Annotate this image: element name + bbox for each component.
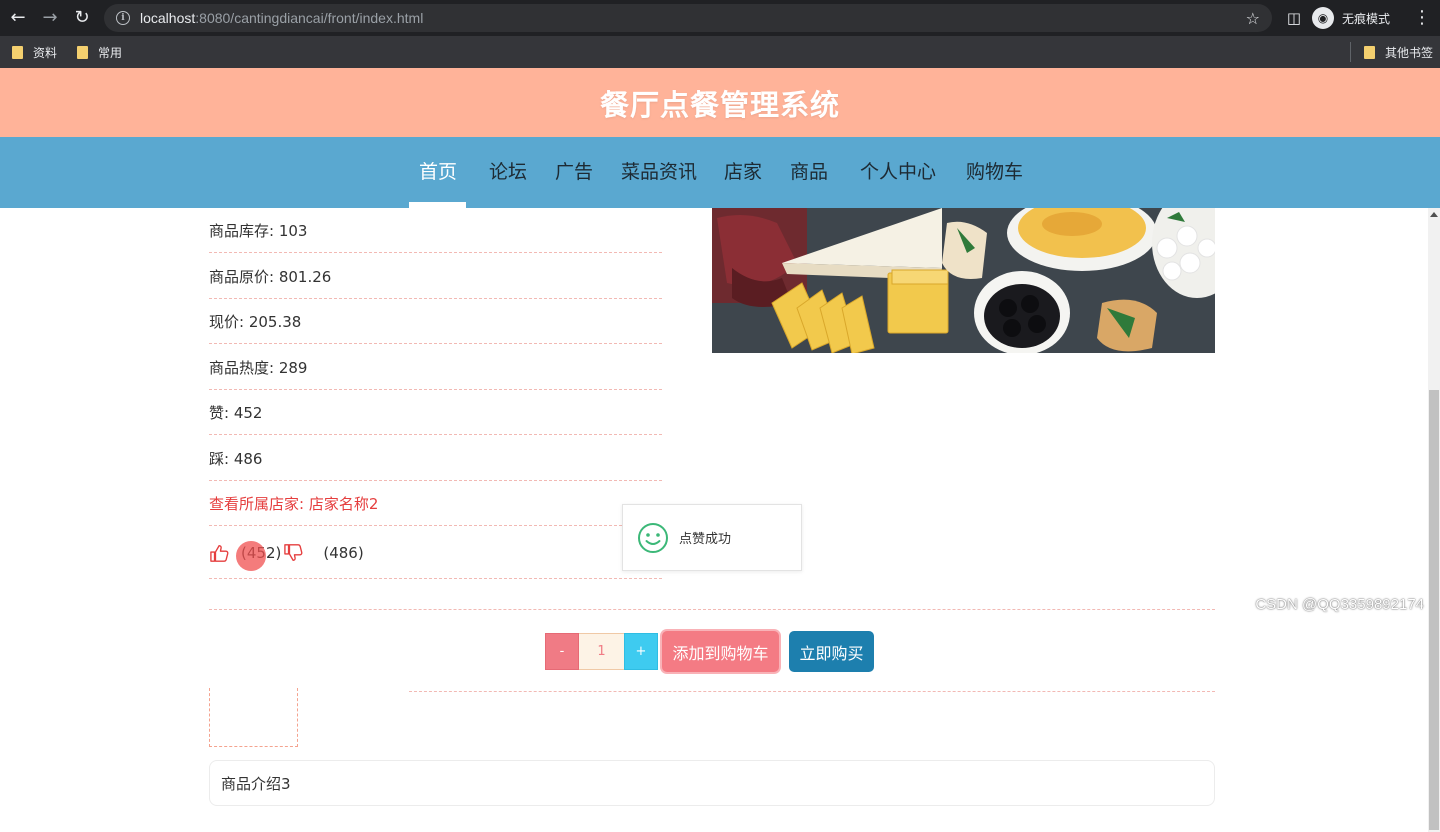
buy-now-button[interactable]: 立即购买: [789, 631, 874, 672]
bookmark-folder-2[interactable]: 常用: [77, 44, 122, 60]
nav-dish-news[interactable]: 菜品资讯: [621, 157, 697, 187]
nav-home[interactable]: 首页: [419, 157, 457, 187]
nav-products[interactable]: 商品: [790, 157, 828, 187]
thumbs-up-icon[interactable]: [209, 543, 231, 563]
scroll-up-arrow-icon[interactable]: [1430, 212, 1438, 217]
reload-icon[interactable]: ↻: [70, 6, 94, 30]
nav-forum[interactable]: 论坛: [489, 157, 527, 187]
toast-message: 点赞成功: [679, 532, 732, 547]
current-price-row: 现价: 205.38: [209, 299, 662, 344]
quantity-input[interactable]: 1: [579, 633, 624, 670]
bookmarks-bar: 资料 常用 其他书签: [0, 36, 1440, 68]
dislikes-row: 踩: 486: [209, 436, 662, 481]
product-intro: 商品介绍3: [209, 760, 1215, 806]
stock-row: 商品库存: 103: [209, 208, 662, 253]
bookmark-label: 资料: [33, 45, 58, 60]
nav-ads[interactable]: 广告: [555, 157, 593, 187]
bookmark-folder-1[interactable]: 资料: [12, 44, 57, 60]
thumbs-down-icon[interactable]: [283, 543, 305, 563]
original-price-row: 商品原价: 801.26: [209, 254, 662, 299]
popularity-row: 商品热度: 289: [209, 345, 662, 390]
folder-icon: [12, 45, 23, 59]
mouse-cursor-highlight: [236, 541, 266, 571]
incognito-badge[interactable]: ◉ 无痕模式: [1312, 5, 1390, 31]
smile-icon: [638, 522, 668, 553]
bookmark-star-icon[interactable]: ☆: [1246, 9, 1260, 28]
folder-icon: [77, 45, 88, 59]
nav-cart[interactable]: 购物车: [966, 157, 1023, 187]
url-text: localhost:8080/cantingdiancai/front/inde…: [140, 10, 424, 26]
back-arrow-icon[interactable]: ←: [6, 6, 30, 30]
likes-row: 赞: 452: [209, 390, 662, 435]
site-info-icon[interactable]: i: [116, 11, 130, 25]
incognito-label: 无痕模式: [1342, 11, 1391, 26]
quantity-minus-button[interactable]: -: [545, 633, 579, 670]
site-title: 餐厅点餐管理系统: [599, 87, 840, 122]
toast-notification: 点赞成功: [622, 504, 802, 571]
product-image: [712, 208, 1215, 353]
side-panel-icon[interactable]: ◫: [1282, 6, 1306, 30]
store-link[interactable]: 查看所属店家: 店家名称2: [209, 481, 662, 526]
add-to-cart-button[interactable]: 添加到购物车: [662, 631, 779, 672]
watermark: CSDN @QQ3359892174: [1255, 596, 1424, 613]
nav-profile[interactable]: 个人中心: [860, 157, 936, 187]
thumbnail-placeholder: [209, 688, 298, 747]
page-scrollbar[interactable]: [1428, 208, 1440, 832]
bookmark-label: 常用: [98, 45, 123, 60]
section-divider: [409, 691, 1215, 692]
vote-row: (452) (486): [209, 528, 662, 579]
main-nav: 首页 论坛 广告 菜品资讯 店家 商品 个人中心 购物车: [0, 137, 1440, 208]
incognito-icon: ◉: [1312, 7, 1334, 29]
dislike-count: (486): [323, 544, 364, 562]
forward-arrow-icon[interactable]: →: [38, 6, 62, 30]
food-illustration: [712, 208, 1215, 353]
nav-stores[interactable]: 店家: [724, 157, 762, 187]
scrollbar-thumb[interactable]: [1429, 390, 1439, 830]
section-divider: [209, 609, 1215, 610]
browser-toolbar: ← → ↻ i localhost:8080/cantingdiancai/fr…: [0, 0, 1440, 36]
other-bookmarks-folder[interactable]: 其他书签: [1364, 44, 1433, 60]
menu-kebab-icon[interactable]: ⋮: [1410, 6, 1434, 30]
bookmark-label: 其他书签: [1385, 45, 1434, 60]
folder-icon: [1364, 45, 1375, 59]
quantity-stepper: - 1 +: [545, 633, 658, 670]
quantity-plus-button[interactable]: +: [624, 633, 658, 670]
site-header: 餐厅点餐管理系统: [0, 68, 1440, 137]
address-bar[interactable]: i localhost:8080/cantingdiancai/front/in…: [104, 4, 1272, 32]
bookmarks-separator: [1350, 42, 1351, 62]
product-detail: 商品库存: 103 商品原价: 801.26 现价: 205.38 商品热度: …: [0, 208, 1428, 832]
